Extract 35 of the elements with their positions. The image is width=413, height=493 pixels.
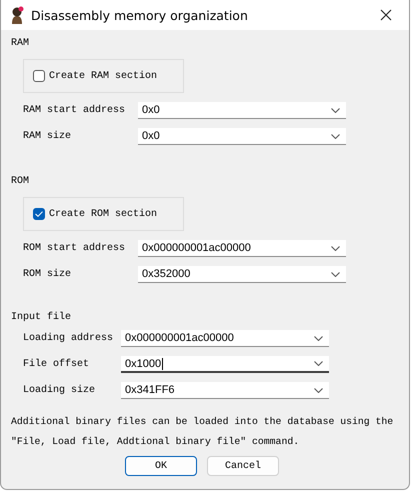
field-label: ROM size xyxy=(23,269,72,280)
combo-box[interactable]: 0x0 xyxy=(138,128,346,145)
checkbox[interactable] xyxy=(33,70,45,82)
section-label: ROM xyxy=(11,175,30,189)
field-label: RAM start address xyxy=(23,105,126,116)
field-label: File offset xyxy=(23,359,90,370)
close-icon xyxy=(380,9,392,21)
section-label: RAM xyxy=(11,37,30,51)
field-label: Loading address xyxy=(23,333,114,344)
combo-box[interactable]: 0x000000001ac00000 xyxy=(138,240,346,257)
chevron-down-icon xyxy=(314,361,323,366)
chevron-down-icon xyxy=(314,388,323,392)
text-cursor xyxy=(162,358,164,370)
app-icon xyxy=(9,6,25,24)
combo-box[interactable]: 0x0 xyxy=(138,102,346,119)
window-title: Disassembly memory organization xyxy=(31,8,249,22)
chevron-down-icon xyxy=(314,336,323,340)
chevron-down-icon xyxy=(331,134,340,138)
chevron-down-icon xyxy=(331,272,340,276)
dialog-button[interactable]: Cancel xyxy=(207,456,279,476)
combo-box[interactable]: 0x000000001ac00000 xyxy=(121,330,329,347)
dialog-button[interactable]: OK xyxy=(125,456,197,476)
chevron-down-icon xyxy=(331,246,340,250)
checkbox-label[interactable]: Create RAM section xyxy=(33,70,158,82)
chevron-down-icon xyxy=(331,108,340,112)
field-label: RAM size xyxy=(23,131,72,142)
checkbox[interactable] xyxy=(33,208,45,220)
field-label: Loading size xyxy=(23,385,96,396)
field-label: ROM start address xyxy=(23,243,126,254)
checkbox-label[interactable]: Create ROM section xyxy=(33,208,158,220)
combo-box[interactable]: 0x341FF6 xyxy=(121,382,329,399)
info-text: Additional binary files can be loaded into the database using the "File, Load file, Addtional binary file" command. xyxy=(11,415,394,449)
combo-box[interactable]: 0x1000 xyxy=(121,356,329,373)
section-label: Input file xyxy=(11,311,72,325)
combo-box[interactable]: 0x352000 xyxy=(138,266,346,283)
